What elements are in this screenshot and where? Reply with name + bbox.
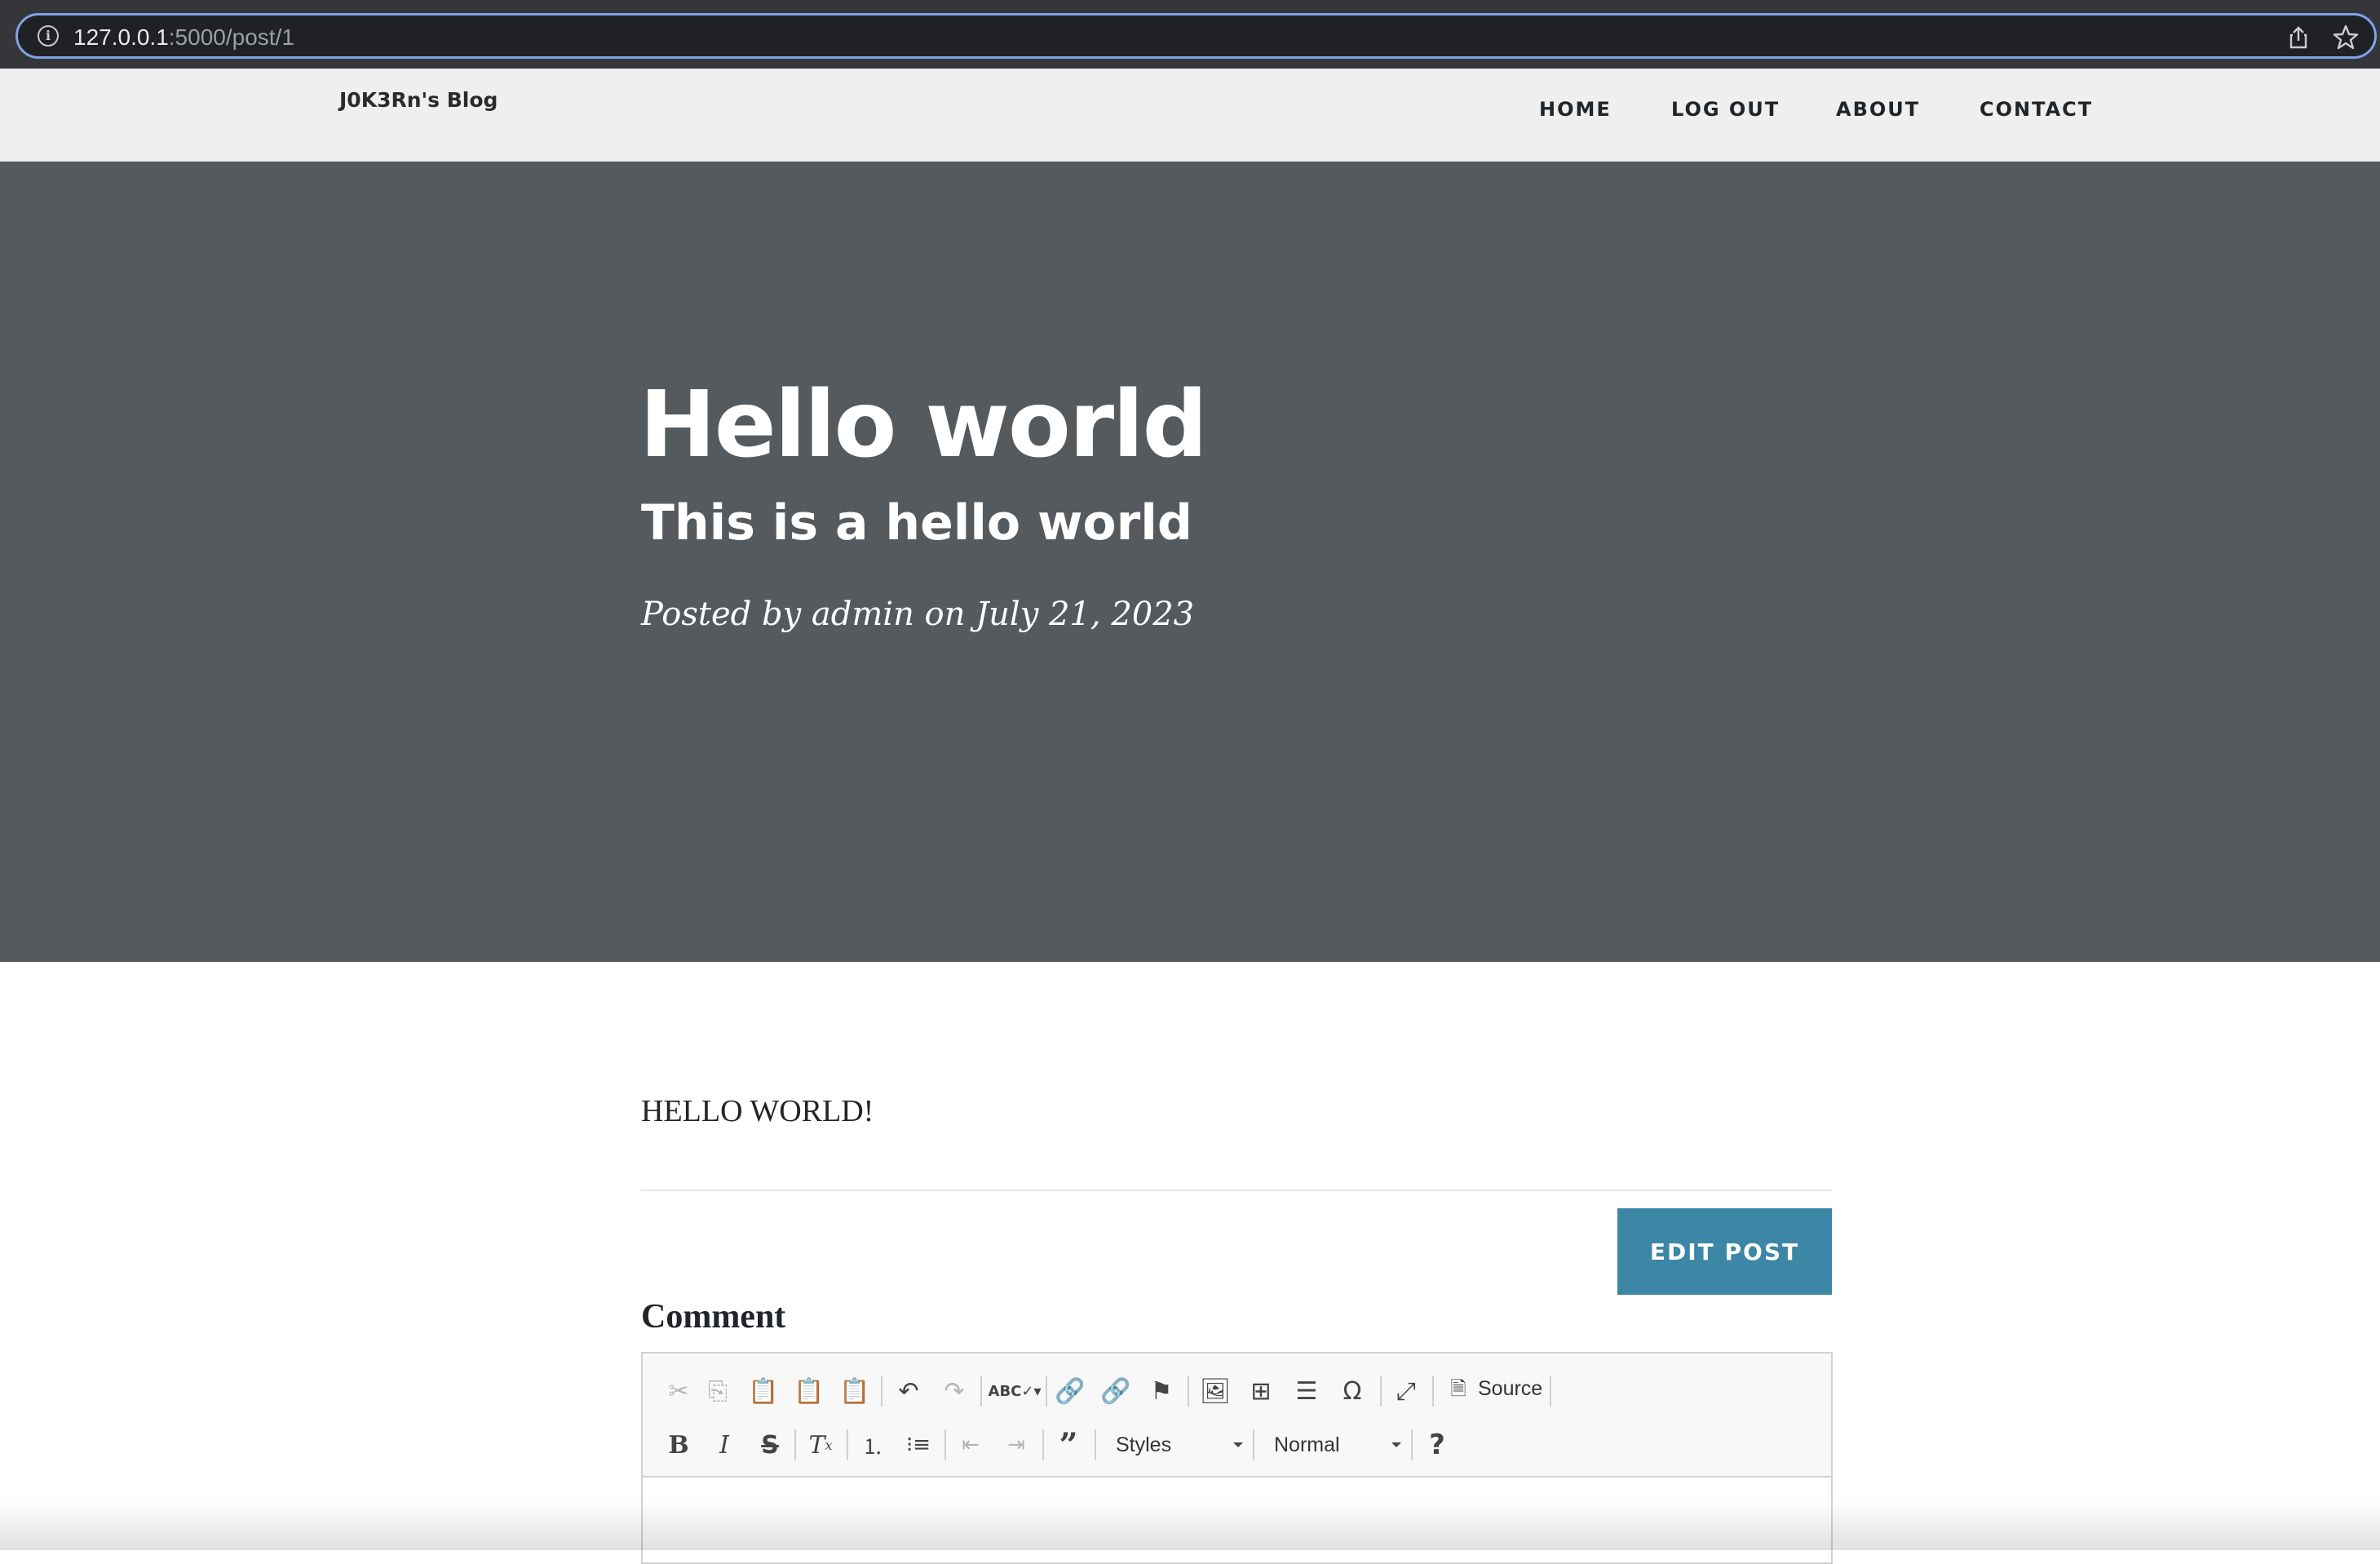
address-bar[interactable]: i 127.0.0.1:5000/post/1	[15, 13, 2377, 59]
toolbar-separator	[944, 1429, 946, 1460]
post-title: Hello world	[639, 372, 1208, 478]
help-icon[interactable]: ?	[1421, 1424, 1453, 1465]
url-path: :5000/post/1	[168, 24, 294, 50]
divider	[641, 1190, 1832, 1191]
increase-indent-icon[interactable]: ⇥	[1000, 1424, 1033, 1465]
chevron-down-icon	[1391, 1442, 1401, 1447]
source-document-icon[interactable]: 🗎	[1442, 1371, 1475, 1411]
italic-icon[interactable]: I	[708, 1424, 741, 1465]
toolbar-separator	[1095, 1429, 1096, 1460]
post-header: Hello world This is a hello world Posted…	[0, 162, 2380, 962]
toolbar-separator	[847, 1429, 848, 1460]
nav-contact[interactable]: CONTACT	[1980, 98, 2093, 121]
post-subtitle: This is a hello world	[641, 494, 1192, 552]
anchor-flag-icon[interactable]: ⚑	[1145, 1371, 1178, 1411]
maximize-icon[interactable]: ⤢	[1390, 1371, 1422, 1411]
source-button[interactable]: Source	[1478, 1377, 1542, 1401]
format-dropdown[interactable]: Normal	[1274, 1424, 1401, 1465]
toolbar-separator	[980, 1376, 982, 1407]
horizontal-line-icon[interactable]: ☰	[1290, 1371, 1323, 1411]
paste-icon[interactable]: 📋	[747, 1371, 780, 1411]
cut-icon[interactable]: ✂	[662, 1371, 695, 1411]
styles-dropdown-label: Styles	[1116, 1433, 1172, 1456]
format-dropdown-label: Normal	[1274, 1433, 1340, 1456]
site-navbar: J0K3Rn's Blog HOME LOG OUT ABOUT CONTACT	[0, 69, 2380, 162]
numbered-list-icon[interactable]: ⒈	[856, 1424, 889, 1465]
copy-icon[interactable]: ⎘	[701, 1371, 734, 1411]
toolbar-separator	[1042, 1429, 1044, 1460]
styles-dropdown[interactable]: Styles	[1116, 1424, 1243, 1465]
bookmark-star-icon[interactable]	[2332, 24, 2360, 51]
chevron-down-icon	[1233, 1442, 1243, 1447]
toolbar-separator	[794, 1429, 796, 1460]
special-char-omega-icon[interactable]: Ω	[1336, 1371, 1369, 1411]
paste-text-icon[interactable]: 📋	[793, 1371, 825, 1411]
nav-logout[interactable]: LOG OUT	[1671, 98, 1780, 121]
nav-home[interactable]: HOME	[1539, 98, 1612, 121]
toolbar-separator	[881, 1376, 883, 1407]
share-icon[interactable]	[2286, 25, 2311, 50]
table-icon[interactable]: ⊞	[1245, 1371, 1277, 1411]
toolbar-separator	[1432, 1376, 1434, 1407]
bulleted-list-icon[interactable]: ⁝≡	[902, 1424, 935, 1465]
post-meta: Posted by admin on July 21, 2023	[641, 596, 1195, 633]
editor-content-area[interactable]	[643, 1478, 1831, 1562]
remove-format-icon[interactable]: Tx	[804, 1424, 837, 1465]
comment-label: Comment	[641, 1298, 786, 1336]
undo-icon[interactable]: ↶	[892, 1371, 925, 1411]
strikethrough-icon[interactable]: S	[754, 1424, 786, 1465]
toolbar-separator	[1550, 1376, 1551, 1407]
redo-icon[interactable]: ↷	[938, 1371, 971, 1411]
site-info-icon[interactable]: i	[38, 25, 59, 47]
brand-link[interactable]: J0K3Rn's Blog	[339, 88, 498, 112]
toolbar-separator	[1380, 1376, 1382, 1407]
paste-word-icon[interactable]: 📋	[838, 1371, 871, 1411]
url-text[interactable]: 127.0.0.1:5000/post/1	[73, 24, 294, 51]
toolbar-separator	[1188, 1376, 1189, 1407]
nav-about[interactable]: ABOUT	[1836, 98, 1920, 121]
link-icon[interactable]: 🔗	[1054, 1371, 1086, 1411]
edit-post-button[interactable]: EDIT POST	[1617, 1208, 1832, 1295]
editor-toolbar: ✂ ⎘ 📋 📋 📋 ↶ ↷ ABC✓▾ 🔗 🔗 ⚑ 🖼 ⊞ ☰ Ω ⤢ 🗎 So…	[643, 1354, 1831, 1478]
image-icon[interactable]: 🖼	[1199, 1371, 1232, 1411]
decrease-indent-icon[interactable]: ⇤	[954, 1424, 987, 1465]
unlink-icon[interactable]: 🔗	[1099, 1371, 1132, 1411]
spellcheck-icon[interactable]: ABC✓▾	[989, 1371, 1042, 1411]
browser-toolbar: i 127.0.0.1:5000/post/1	[0, 0, 2380, 69]
blockquote-icon[interactable]: ”	[1052, 1424, 1085, 1465]
toolbar-separator	[1253, 1429, 1254, 1460]
toolbar-separator	[1046, 1376, 1047, 1407]
post-body: HELLO WORLD!	[641, 1094, 874, 1128]
comment-editor: ✂ ⎘ 📋 📋 📋 ↶ ↷ ABC✓▾ 🔗 🔗 ⚑ 🖼 ⊞ ☰ Ω ⤢ 🗎 So…	[641, 1352, 1833, 1564]
url-host: 127.0.0.1	[73, 24, 169, 50]
toolbar-separator	[1411, 1429, 1413, 1460]
bold-icon[interactable]: B	[662, 1424, 695, 1465]
